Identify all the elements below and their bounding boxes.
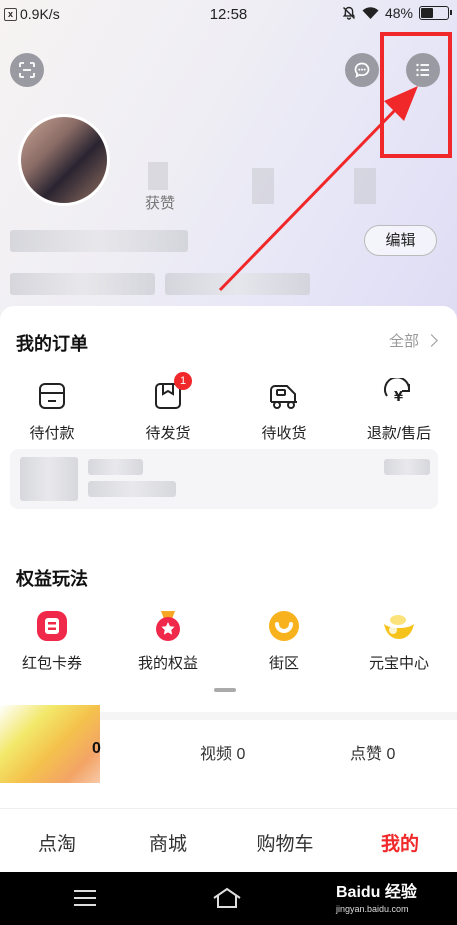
annotation-arrow (218, 86, 418, 292)
